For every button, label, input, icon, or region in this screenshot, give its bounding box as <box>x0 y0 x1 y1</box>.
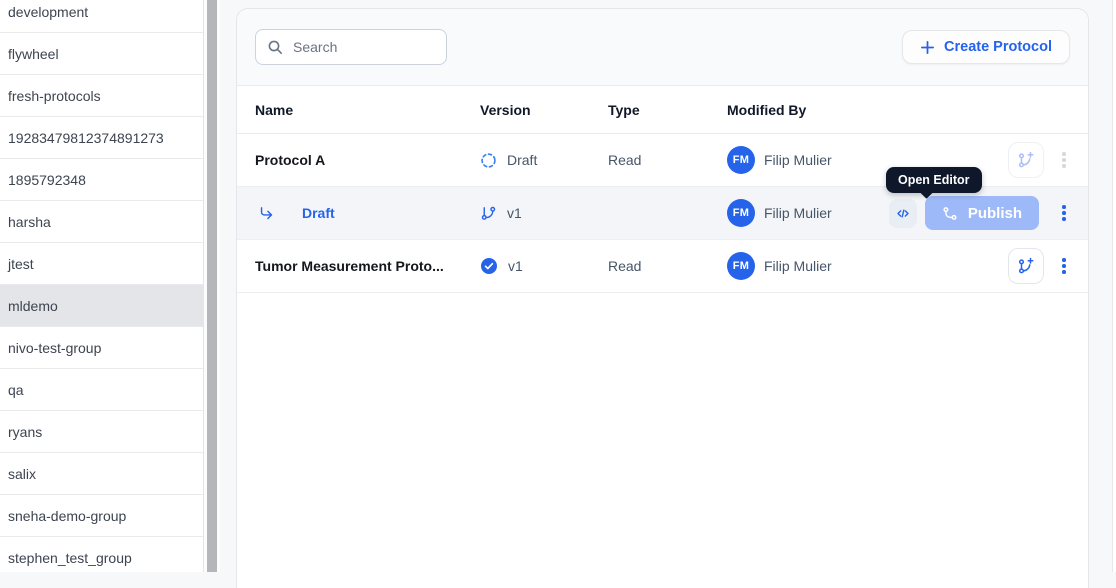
row-menu-button[interactable] <box>1058 258 1070 274</box>
protocols-panel: Create Protocol Name Version Type Modifi… <box>236 8 1089 588</box>
sidebar-item-jtest[interactable]: jtest <box>0 243 203 285</box>
avatar: FM <box>727 146 755 174</box>
sidebar-item-19283479812374891273[interactable]: 19283479812374891273 <box>0 117 203 159</box>
groups-sidebar: development flywheel fresh-protocols 192834… <box>0 0 204 572</box>
sidebar-item-harsha[interactable]: harsha <box>0 201 203 243</box>
corner-down-right-icon <box>258 205 275 222</box>
create-protocol-label: Create Protocol <box>944 39 1052 55</box>
published-check-circle-icon <box>480 257 498 275</box>
sidebar-item-ryans[interactable]: ryans <box>0 411 203 453</box>
right-gutter <box>1112 0 1116 572</box>
search-input[interactable] <box>291 38 435 56</box>
tooltip-text: Open Editor <box>898 173 970 187</box>
protocol-name: Protocol A <box>255 152 326 168</box>
modified-by-name: Filip Mulier <box>764 258 832 274</box>
sidebar-item-development[interactable]: development <box>0 0 203 33</box>
create-protocol-button[interactable]: Create Protocol <box>902 30 1070 64</box>
sidebar-item-1895792348[interactable]: 1895792348 <box>0 159 203 201</box>
table-row[interactable]: Tumor Measurement Proto... v1 Read FM Fi… <box>237 240 1088 293</box>
sidebar-item-nivo-test-group[interactable]: nivo-test-group <box>0 327 203 369</box>
modified-by-name: Filip Mulier <box>764 205 832 221</box>
sidebar-item-qa[interactable]: qa <box>0 369 203 411</box>
draft-version-link[interactable]: Draft <box>302 205 335 221</box>
protocol-name: Tumor Measurement Proto... <box>255 258 444 274</box>
column-header-type: Type <box>608 101 640 118</box>
publish-label: Publish <box>967 204 1022 222</box>
version-label: v1 <box>507 205 522 221</box>
version-label: v1 <box>508 258 523 274</box>
sidebar-item-stephen_test_group[interactable]: stephen_test_group <box>0 537 203 572</box>
open-editor-tooltip: Open Editor <box>886 167 982 199</box>
avatar: FM <box>727 199 755 227</box>
group-list: development flywheel fresh-protocols 192834… <box>0 0 203 572</box>
open-editor-button[interactable] <box>888 198 917 228</box>
modified-by-name: Filip Mulier <box>764 152 832 168</box>
avatar: FM <box>727 252 755 280</box>
plus-icon <box>920 40 935 55</box>
sidebar-item-mldemo[interactable]: mldemo <box>0 285 203 327</box>
column-header-name: Name <box>255 101 294 118</box>
table-row-draft-version[interactable]: Draft v1 FM Filip Mulier Publish <box>237 187 1088 240</box>
row-menu-button[interactable] <box>1058 205 1070 221</box>
publish-merge-icon <box>942 205 959 222</box>
sidebar-item-fresh-protocols[interactable]: fresh-protocols <box>0 75 203 117</box>
version-label: Draft <box>507 152 538 168</box>
search-icon <box>267 39 283 55</box>
sidebar-item-sneha-demo-group[interactable]: sneha-demo-group <box>0 495 203 537</box>
sidebar-item-flywheel[interactable]: flywheel <box>0 33 203 75</box>
sidebar-scrollbar-track <box>204 0 220 572</box>
protocols-toolbar: Create Protocol <box>237 9 1088 86</box>
column-header-modified-by: Modified By <box>727 101 807 118</box>
create-version-button[interactable] <box>1008 248 1044 284</box>
table-header: Name Version Type Modified By <box>237 86 1088 134</box>
git-branch-icon <box>480 205 497 222</box>
row-menu-button[interactable] <box>1058 152 1070 168</box>
type-label: Read <box>608 152 642 168</box>
sidebar-item-salix[interactable]: salix <box>0 453 203 495</box>
create-version-button[interactable] <box>1008 142 1044 178</box>
search-box[interactable] <box>255 29 447 65</box>
column-header-version: Version <box>480 101 531 118</box>
sidebar-scrollbar-thumb[interactable] <box>207 0 217 572</box>
publish-button[interactable]: Publish <box>924 196 1039 230</box>
draft-dashed-circle-icon <box>480 152 497 169</box>
type-label: Read <box>608 258 642 274</box>
